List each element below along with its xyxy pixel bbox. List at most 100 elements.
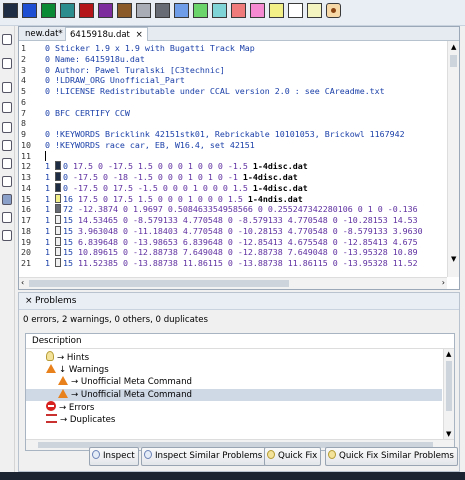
color-swatch[interactable] xyxy=(41,3,56,18)
side-tool-button[interactable] xyxy=(2,58,12,69)
code-line[interactable]: 11 xyxy=(19,151,447,162)
code-line[interactable]: 9 0 !KEYWORDS Bricklink 42151stk01, Rebri… xyxy=(19,129,447,140)
problem-label: ↓ Warnings xyxy=(59,364,109,375)
code-line[interactable]: 7 0 BFC CERTIFY CCW xyxy=(19,108,447,119)
problem-row[interactable]: → Duplicates xyxy=(26,414,442,427)
editor-horizontal-scrollbar[interactable]: ‹ › xyxy=(19,277,447,289)
side-tool-button[interactable] xyxy=(2,230,12,241)
code-line[interactable]: 3 0 Author: Pawel Turalski [C3technic] xyxy=(19,65,447,76)
line-number: 13 xyxy=(21,172,31,182)
code-line[interactable]: 10 0 !KEYWORDS race car, EB, W16.4, set 4… xyxy=(19,140,447,151)
color-code-swatch[interactable] xyxy=(55,215,61,224)
side-tool-button[interactable] xyxy=(2,158,12,169)
scroll-thumb[interactable] xyxy=(450,55,457,67)
scroll-right-arrow-icon[interactable]: › xyxy=(442,278,445,287)
color-code-swatch[interactable] xyxy=(55,247,61,257)
line-text: 0 !KEYWORDS Bricklink 42151stk01, Rebric… xyxy=(45,129,405,139)
color-swatch[interactable] xyxy=(3,3,18,18)
line-number: 21 xyxy=(21,258,31,268)
side-tool-button[interactable] xyxy=(2,212,12,223)
code-line[interactable]: 21 1 15 11.52385 0 -13.88738 11.86115 0 -… xyxy=(19,258,447,269)
color-code-swatch[interactable] xyxy=(55,204,61,214)
code-line[interactable]: 19 1 15 6.839648 0 -13.98653 6.839648 0 -… xyxy=(19,236,447,248)
problem-row[interactable]: → Unofficial Meta Command xyxy=(26,376,442,389)
color-code-swatch[interactable] xyxy=(55,225,61,235)
color-swatch[interactable] xyxy=(307,3,322,18)
tab-6415918u-dat[interactable]: 6415918u.dat × xyxy=(65,27,148,41)
color-swatch[interactable] xyxy=(98,3,113,18)
side-tool-button[interactable] xyxy=(2,122,12,133)
line-number: 10 xyxy=(21,139,31,150)
color-swatch[interactable] xyxy=(212,3,227,18)
code-line[interactable]: 4 0 !LDRAW_ORG Unofficial_Part xyxy=(19,75,447,86)
code-line[interactable]: 16 1 72 -12.3874 0 1.9697 0.5084633549585… xyxy=(19,204,447,215)
code-line[interactable]: 5 0 !LICENSE Redistributable under CCAL v… xyxy=(19,86,447,97)
scroll-up-arrow-icon[interactable]: ▲ xyxy=(451,43,456,51)
side-tool-button[interactable] xyxy=(2,176,12,187)
tab-new-dat[interactable]: new.dat* xyxy=(21,27,67,41)
color-code-swatch[interactable] xyxy=(55,172,61,181)
problems-summary: 0 errors, 2 warnings, 0 others, 0 duplic… xyxy=(23,315,208,325)
line-number: 15 xyxy=(21,193,31,204)
scroll-thumb[interactable] xyxy=(446,361,452,411)
side-tool-button[interactable] xyxy=(2,34,12,45)
color-code-swatch[interactable] xyxy=(55,161,61,171)
color-code-swatch[interactable] xyxy=(55,182,61,192)
color-swatch[interactable] xyxy=(60,3,75,18)
lightbulb-icon xyxy=(267,450,275,459)
inspect-similar-button[interactable]: Inspect Similar Problems xyxy=(141,447,267,466)
code-line[interactable]: 1 0 Sticker 1.9 x 1.9 with Bugatti Track … xyxy=(19,43,447,54)
close-problems-icon[interactable]: × xyxy=(25,296,33,306)
scroll-down-arrow-icon[interactable]: ▼ xyxy=(446,430,451,438)
scroll-down-arrow-icon[interactable]: ▼ xyxy=(451,255,456,263)
code-line[interactable]: 17 1 15 14.53465 0 -8.579133 4.770548 0 -… xyxy=(19,215,447,226)
color-swatch[interactable] xyxy=(117,3,132,18)
code-line[interactable]: 2 0 Name: 6415918u.dat xyxy=(19,54,447,65)
code-line[interactable]: 18 1 15 3.963048 0 -11.18403 4.770548 0 -… xyxy=(19,225,447,237)
color-swatch[interactable] xyxy=(155,3,170,18)
quick-fix-button[interactable]: Quick Fix xyxy=(264,447,322,466)
code-line[interactable]: 6 xyxy=(19,97,447,108)
color-code-swatch[interactable] xyxy=(55,193,61,203)
color-swatch[interactable] xyxy=(269,3,284,18)
problems-vertical-scrollbar[interactable]: ▲ ▼ xyxy=(443,349,454,439)
side-tool-button[interactable] xyxy=(2,82,12,93)
close-tab-icon[interactable]: × xyxy=(136,30,143,40)
inspect-button[interactable]: Inspect xyxy=(89,447,139,466)
side-tool-button[interactable] xyxy=(2,140,12,151)
code-line[interactable]: 20 1 15 10.89615 0 -12.88738 7.649048 0 -… xyxy=(19,247,447,258)
code-line[interactable]: 13 1 0 -17.5 0 -18 -1.5 0 0 0 1 0 1 0 -1 … xyxy=(19,172,447,183)
description-column-header[interactable]: Description xyxy=(26,334,454,349)
color-swatch[interactable] xyxy=(174,3,189,18)
side-tool-button[interactable] xyxy=(2,194,12,205)
color-swatch[interactable] xyxy=(231,3,246,18)
color-swatch[interactable] xyxy=(136,3,151,18)
scroll-up-arrow-icon[interactable]: ▲ xyxy=(446,350,451,358)
color-swatch[interactable] xyxy=(288,3,303,18)
warning-icon xyxy=(58,388,68,398)
color-swatch[interactable] xyxy=(250,3,265,18)
side-tool-button[interactable] xyxy=(2,102,12,113)
code-line[interactable]: 14 1 0 -17.5 0 17.5 -1.5 0 0 0 1 0 0 0 1.… xyxy=(19,182,447,194)
hscroll-thumb[interactable] xyxy=(29,280,289,287)
color-swatch[interactable] xyxy=(79,3,94,18)
scroll-left-arrow-icon[interactable]: ‹ xyxy=(21,278,24,287)
color-swatch[interactable] xyxy=(193,3,208,18)
problem-row[interactable]: → Hints xyxy=(26,351,442,364)
paint-palette-icon[interactable] xyxy=(326,3,341,18)
editor-vertical-scrollbar[interactable]: ▲ ▼ xyxy=(447,41,459,277)
color-swatch[interactable] xyxy=(22,3,37,18)
code-text-area[interactable]: 1 0 Sticker 1.9 x 1.9 with Bugatti Track … xyxy=(19,41,447,277)
quick-fix-similar-button[interactable]: Quick Fix Similar Problems xyxy=(325,447,458,466)
line-number: 6 xyxy=(21,96,26,107)
duplicate-icon xyxy=(46,414,57,423)
color-code-swatch[interactable] xyxy=(55,258,61,267)
line-number: 17 xyxy=(21,215,31,225)
problem-row[interactable]: ↓ Warnings xyxy=(26,363,442,377)
code-line[interactable]: 8 xyxy=(19,118,447,129)
problem-row[interactable]: → Errors xyxy=(26,401,442,414)
color-code-swatch[interactable] xyxy=(55,236,61,246)
code-line[interactable]: 15 1 16 17.5 0 17.5 1.5 0 0 0 1 0 0 0 1.5… xyxy=(19,193,447,205)
code-line[interactable]: 12 1 0 17.5 0 -17.5 1.5 0 0 0 1 0 0 0 -1.… xyxy=(19,161,447,172)
problem-row[interactable]: → Unofficial Meta Command xyxy=(26,388,442,402)
